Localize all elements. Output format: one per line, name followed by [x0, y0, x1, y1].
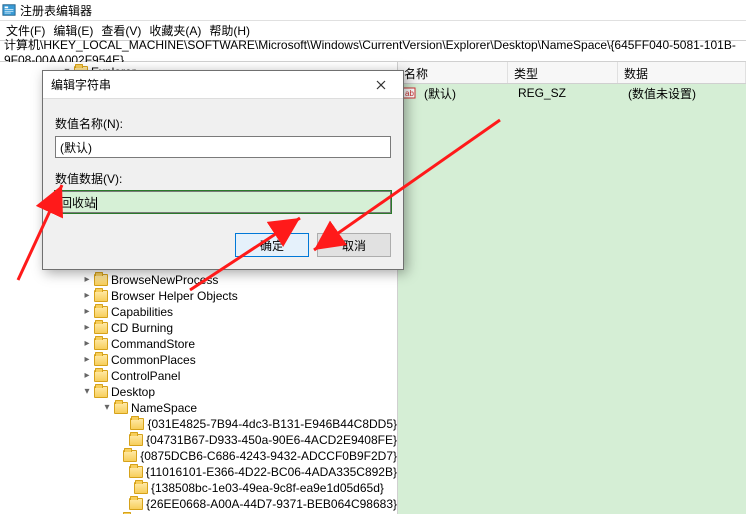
- col-name[interactable]: 名称: [398, 62, 508, 83]
- tree-label: CommonPlaces: [111, 352, 196, 368]
- tree-item[interactable]: ▸BrowseNewProcess: [0, 272, 397, 288]
- list-pane[interactable]: 名称 类型 数据 ab (默认) REG_SZ (数值未设置): [398, 62, 746, 514]
- dialog-close-button[interactable]: [361, 73, 401, 97]
- tree-label: {11016101-E366-4D22-BC06-4ADA335C892B}: [146, 464, 397, 480]
- string-value-icon: ab: [402, 86, 416, 100]
- dialog-title: 编辑字符串: [51, 76, 111, 93]
- tree-label: {04731B67-D933-450a-90E6-4ACD2E9408FE}: [146, 432, 397, 448]
- col-data[interactable]: 数据: [618, 62, 746, 83]
- tree-label: BrowseNewProcess: [111, 272, 218, 288]
- tree-item[interactable]: ▸Capabilities: [0, 304, 397, 320]
- tree-item[interactable]: {031E4825-7B94-4dc3-B131-E946B44C8DD5}: [0, 416, 397, 432]
- tree-label: CommandStore: [111, 336, 195, 352]
- folder-icon: [129, 498, 143, 510]
- close-icon: [376, 80, 386, 90]
- window-titlebar: 注册表编辑器: [0, 0, 746, 20]
- window-title: 注册表编辑器: [20, 2, 92, 19]
- tree-item[interactable]: ▾Desktop: [0, 384, 397, 400]
- tree-item[interactable]: ▸CD Burning: [0, 320, 397, 336]
- col-type[interactable]: 类型: [508, 62, 618, 83]
- tree-item[interactable]: ▸ControlPanel: [0, 368, 397, 384]
- folder-icon: [129, 466, 143, 478]
- tree-label: {138508bc-1e03-49ea-9c8f-ea9e1d05d65d}: [151, 480, 384, 496]
- tree-item[interactable]: ▸CommonPlaces: [0, 352, 397, 368]
- text-caret: [96, 197, 97, 210]
- folder-icon: [94, 306, 108, 318]
- folder-icon: [123, 450, 137, 462]
- edit-string-dialog: 编辑字符串 数值名称(N): 数值数据(V): 回收站 确定 取消: [42, 70, 404, 270]
- tree-item[interactable]: ▸CommandStore: [0, 336, 397, 352]
- tree-label: {031E4825-7B94-4dc3-B131-E946B44C8DD5}: [147, 416, 397, 432]
- folder-icon: [114, 402, 128, 414]
- tree-item[interactable]: {04731B67-D933-450a-90E6-4ACD2E9408FE}: [0, 432, 397, 448]
- tree-label: Browser Helper Objects: [111, 288, 238, 304]
- folder-icon: [94, 290, 108, 302]
- ok-button[interactable]: 确定: [235, 233, 309, 257]
- svg-text:ab: ab: [405, 89, 414, 98]
- folder-icon: [129, 434, 143, 446]
- tree-label: NameSpace: [131, 400, 197, 416]
- cell-name: (默认): [418, 85, 512, 102]
- folder-icon: [130, 418, 144, 430]
- folder-icon: [94, 386, 108, 398]
- tree-item[interactable]: {0875DCB6-C686-4243-9432-ADCCF0B9F2D7}: [0, 448, 397, 464]
- tree-item[interactable]: {11016101-E366-4D22-BC06-4ADA335C892B}: [0, 464, 397, 480]
- tree-item[interactable]: {26EE0668-A00A-44D7-9371-BEB064C98683}: [0, 496, 397, 512]
- value-data-label: 数值数据(V):: [55, 170, 391, 187]
- list-header: 名称 类型 数据: [398, 62, 746, 84]
- tree-label: Capabilities: [111, 304, 173, 320]
- tree-label: ControlPanel: [111, 368, 180, 384]
- folder-icon: [94, 274, 108, 286]
- value-data-input[interactable]: 回收站: [55, 191, 391, 213]
- folder-icon: [94, 354, 108, 366]
- folder-icon: [134, 482, 148, 494]
- tree-item[interactable]: ▸Browser Helper Objects: [0, 288, 397, 304]
- tree-label: Desktop: [111, 384, 155, 400]
- folder-icon: [94, 338, 108, 350]
- value-name-label: 数值名称(N):: [55, 115, 391, 132]
- cell-type: REG_SZ: [512, 86, 622, 100]
- address-bar[interactable]: 计算机\HKEY_LOCAL_MACHINE\SOFTWARE\Microsof…: [0, 40, 746, 62]
- value-data-text: 回收站: [60, 196, 96, 210]
- cancel-button[interactable]: 取消: [317, 233, 391, 257]
- tree-label: CD Burning: [111, 320, 173, 336]
- cell-data: (数值未设置): [622, 85, 746, 102]
- list-row[interactable]: ab (默认) REG_SZ (数值未设置): [398, 84, 746, 102]
- regedit-icon: [2, 3, 16, 17]
- value-name-input[interactable]: [55, 136, 391, 158]
- tree-label: {26EE0668-A00A-44D7-9371-BEB064C98683}: [146, 496, 397, 512]
- folder-icon: [94, 322, 108, 334]
- tree-label: {0875DCB6-C686-4243-9432-ADCCF0B9F2D7}: [140, 448, 397, 464]
- tree-item[interactable]: {138508bc-1e03-49ea-9c8f-ea9e1d05d65d}: [0, 480, 397, 496]
- folder-icon: [94, 370, 108, 382]
- tree-item[interactable]: ▾NameSpace: [0, 400, 397, 416]
